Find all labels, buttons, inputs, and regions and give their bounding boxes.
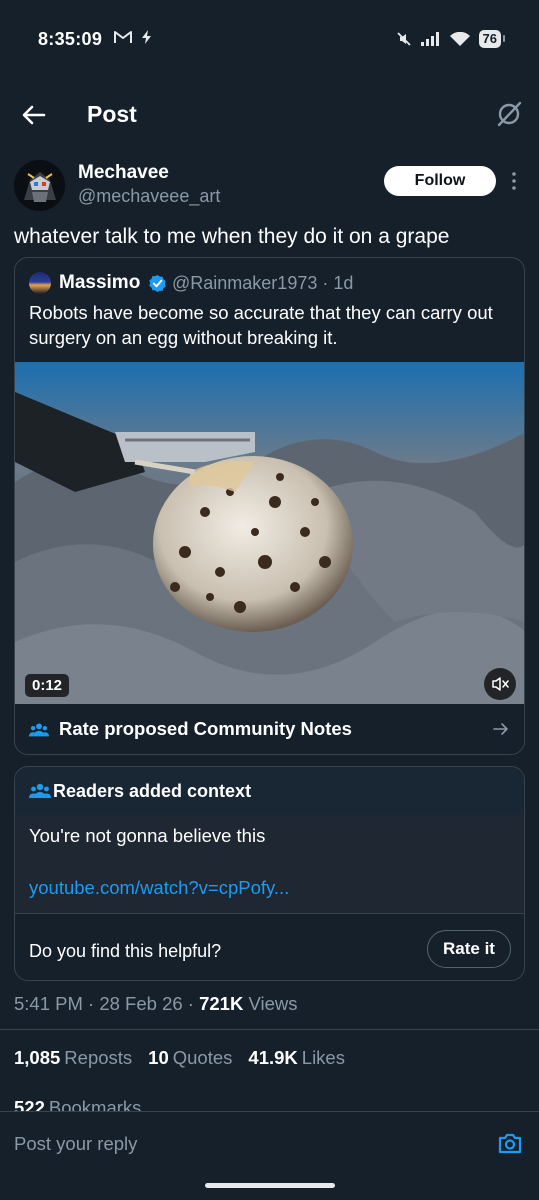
gmail-icon: [114, 31, 132, 43]
quotes-count: 10: [148, 1047, 169, 1068]
quotes-label: Quotes: [172, 1047, 233, 1068]
author-handle[interactable]: @mechaveee_art: [78, 186, 220, 207]
home-indicator[interactable]: [205, 1183, 335, 1188]
page-title: Post: [87, 101, 137, 127]
likes-stat[interactable]: 41.9K Likes: [248, 1047, 345, 1069]
back-button[interactable]: [20, 101, 48, 129]
rate-it-button[interactable]: Rate it: [427, 930, 511, 968]
likes-count: 41.9K: [248, 1047, 298, 1068]
context-body: You're not gonna believe this youtube.co…: [15, 815, 524, 913]
people-icon: [29, 723, 49, 737]
follow-button[interactable]: Follow: [384, 166, 496, 196]
post-timestamp: 5:41 PM · 28 Feb 26 ·: [14, 993, 200, 1014]
readers-context-card: Readers added context You're not gonna b…: [14, 766, 525, 981]
views-label: Views: [243, 993, 298, 1014]
camera-icon: [498, 1133, 522, 1154]
grok-icon: [497, 101, 522, 127]
context-divider: [15, 913, 524, 914]
reposts-label: Reposts: [64, 1047, 133, 1068]
quote-author-name: Massimo: [59, 272, 141, 293]
context-header: Readers added context: [15, 767, 524, 815]
reply-bar: [0, 1111, 539, 1171]
quote-handle-time: @Rainmaker1973 · 1d: [172, 273, 354, 293]
reposts-count: 1,085: [14, 1047, 61, 1068]
quote-video[interactable]: 0:12: [15, 362, 524, 704]
divider: [0, 1029, 539, 1030]
battery-indicator: 76: [478, 30, 506, 48]
quotes-stat[interactable]: 10 Quotes: [148, 1047, 232, 1069]
rate-community-notes-label: Rate proposed Community Notes: [59, 718, 352, 739]
author-name[interactable]: Mechavee: [78, 162, 169, 184]
speaker-muted-icon: [492, 677, 509, 691]
reply-input[interactable]: [14, 1132, 474, 1156]
views-count: 721K: [199, 993, 244, 1014]
quote-author-avatar: [29, 272, 51, 294]
video-frame-image: [15, 362, 524, 704]
arrow-left-icon: [22, 105, 46, 125]
author-avatar[interactable]: [14, 160, 65, 211]
quoted-post[interactable]: Massimo @Rainmaker1973 · 1d Robots have …: [14, 257, 525, 755]
context-link[interactable]: youtube.com/watch?v=cpPofy...: [29, 877, 289, 899]
arrow-right-icon: [493, 723, 508, 735]
context-text: You're not gonna believe this: [29, 825, 266, 846]
video-mute-button[interactable]: [484, 668, 516, 700]
mute-status-icon: [396, 32, 411, 46]
flash-icon: [142, 30, 151, 44]
status-time: 8:35:09: [38, 29, 103, 49]
reposts-stat[interactable]: 1,085 Reposts: [14, 1047, 132, 1069]
post-text: whatever talk to me when they do it on a…: [14, 225, 450, 248]
context-title: Readers added context: [53, 781, 252, 801]
verified-badge-icon: [149, 274, 166, 293]
video-duration: 0:12: [25, 674, 70, 697]
signal-icon: [420, 32, 439, 46]
likes-label: Likes: [301, 1047, 345, 1068]
more-vertical-icon: [512, 172, 516, 190]
avatar-image: [14, 160, 65, 211]
wifi-icon: [449, 31, 470, 46]
grok-button[interactable]: [495, 100, 523, 128]
more-options-button[interactable]: [506, 170, 522, 192]
camera-button[interactable]: [497, 1130, 523, 1156]
people-icon: [29, 783, 51, 798]
status-notification-icons: [114, 30, 152, 44]
engagement-stats: 1,085 Reposts 10 Quotes 41.9K Likes: [14, 1047, 345, 1069]
rate-community-notes-row[interactable]: Rate proposed Community Notes: [15, 704, 524, 754]
quote-text: Robots have become so accurate that they…: [29, 302, 493, 348]
post-meta: 5:41 PM · 28 Feb 26 · 721K Views: [14, 993, 297, 1015]
status-system-icons: 76: [396, 30, 506, 48]
helpful-question: Do you find this helpful?: [29, 941, 222, 961]
